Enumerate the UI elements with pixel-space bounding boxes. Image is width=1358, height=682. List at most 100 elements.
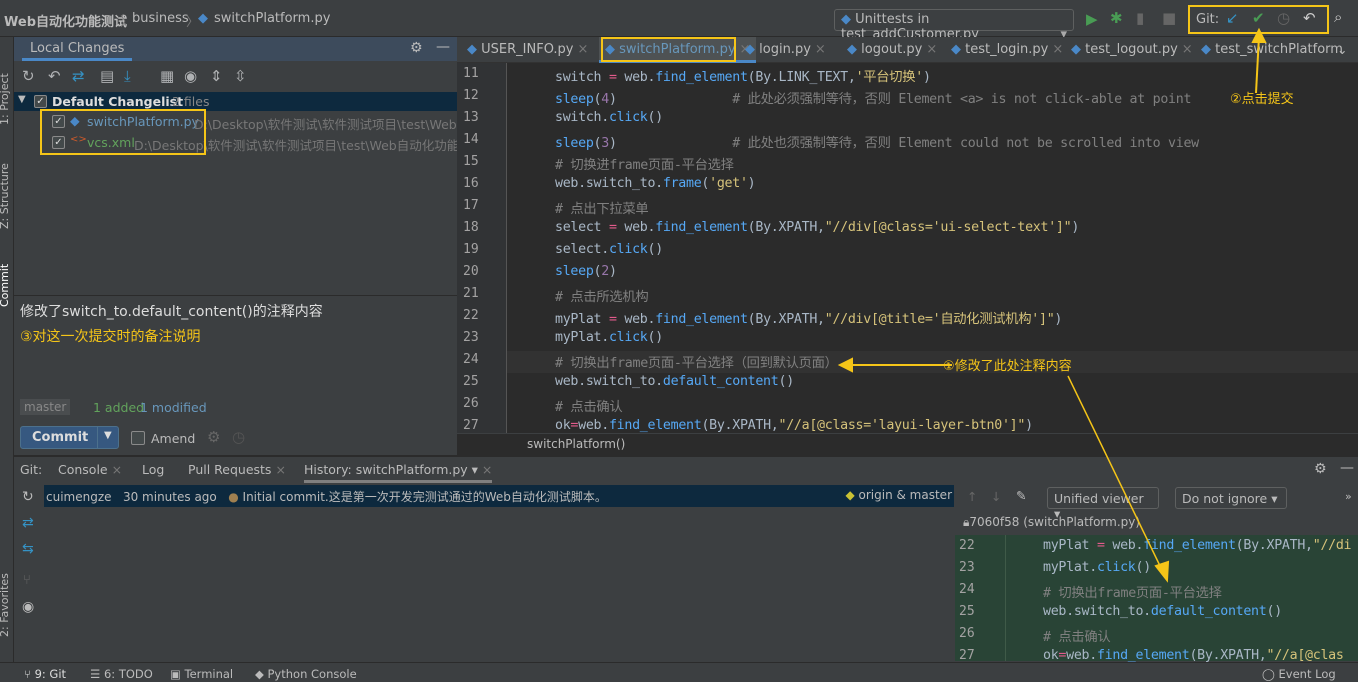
code-token: find_element xyxy=(655,70,748,85)
show-diff-icon[interactable]: ⇄ xyxy=(72,67,85,85)
refresh-icon[interactable]: ↻ xyxy=(22,489,34,505)
refs-text: origin & master xyxy=(858,488,952,502)
branch-icon[interactable]: ⑂ xyxy=(23,573,31,588)
show-diff-icon[interactable]: ⇆ xyxy=(22,541,34,557)
minimize-icon[interactable]: — xyxy=(436,39,450,55)
code-token: # 点出下拉菜单 xyxy=(555,202,649,217)
prev-diff-icon[interactable]: ↑ xyxy=(967,489,977,504)
editor-tab[interactable]: ◆ test_login.py × xyxy=(945,37,1069,63)
git-tool-button[interactable]: ⑂ 9: Git xyxy=(24,667,66,681)
breadcrumb-folder[interactable]: business xyxy=(132,11,189,26)
amend-checkbox[interactable] xyxy=(131,431,145,445)
commit-tool-tab[interactable]: Commit xyxy=(0,264,11,307)
tab-log[interactable]: Log xyxy=(142,462,164,477)
commit-message-input[interactable]: 修改了switch_to.default_content()的注释内容 ③对这一… xyxy=(14,295,457,410)
search-icon[interactable]: ⌕ xyxy=(1334,9,1342,25)
expand-arrow-icon[interactable]: ▼ xyxy=(18,94,26,105)
code-token: "//a[@class='layui-layer-btn0']" xyxy=(778,418,1026,433)
commit-panel: Local Changes ⚙ — ↻ ↶ ⇄ ▤ ⤓ ▦ ◉ ⇕ ⇳ ▼ ✓ … xyxy=(14,37,457,455)
code-token: myPlat xyxy=(555,312,609,327)
gear-icon[interactable]: ⚙ xyxy=(410,40,423,56)
diff-code[interactable]: 22 myPlat = web.find_element(By.XPATH,"//… xyxy=(955,535,1358,663)
refresh-icon[interactable]: ↻ xyxy=(22,67,35,85)
rollback-icon[interactable]: ↶ xyxy=(48,67,61,85)
editor-tab[interactable]: ◆ login.py × xyxy=(739,37,832,63)
code-token: = xyxy=(608,312,617,327)
code-token: default_content xyxy=(1150,604,1267,619)
run-icon[interactable]: ▶ xyxy=(1086,11,1098,27)
shelve-icon[interactable]: ⤓ xyxy=(124,67,131,85)
commit-button[interactable]: Commit ▼ xyxy=(20,426,119,449)
tab-label: test_switchPlatform xyxy=(1215,42,1343,57)
python-file-icon: ◆ xyxy=(467,42,482,57)
code-token: # 点击所选机构 xyxy=(555,290,649,305)
todo-tool-button[interactable]: ☰ 6: TODO xyxy=(90,667,153,681)
python-file-icon: ◆ xyxy=(745,42,760,57)
editor-tab[interactable]: ◆ test_logout.py × xyxy=(1065,37,1199,63)
editor-breadcrumb[interactable]: switchPlatform() xyxy=(457,433,1358,455)
added-count: 1 added xyxy=(93,400,145,415)
log-row[interactable]: cuimengze 30 minutes ago ● Initial commi… xyxy=(44,485,954,507)
close-icon[interactable]: × xyxy=(926,42,937,57)
eye-icon[interactable]: ◉ xyxy=(184,67,197,85)
ignore-select[interactable]: Do not ignore ▾ xyxy=(1175,487,1287,509)
changelist-name: Default Changelist xyxy=(52,94,184,109)
code-token: (By.XPATH, xyxy=(701,418,779,433)
close-icon[interactable]: × xyxy=(815,42,826,57)
close-icon[interactable]: × xyxy=(275,462,285,477)
code-line: # 切换出frame页面-平台选择 xyxy=(1043,582,1222,601)
changelist-icon[interactable]: ▤ xyxy=(100,67,114,85)
commit-dropdown-icon[interactable]: ▼ xyxy=(97,427,118,448)
tab-label: USER_INFO.py xyxy=(481,42,574,57)
code-token: 2 xyxy=(601,264,609,279)
run-config-select[interactable]: ◆ Unittests in test_addCustomer.py ▾ xyxy=(834,9,1074,42)
changelist-checkbox[interactable]: ✓ xyxy=(34,95,47,108)
close-icon[interactable]: × xyxy=(577,42,588,57)
compare-icon[interactable]: ⇄ xyxy=(22,515,34,531)
tabs-overflow-icon[interactable]: ⌄ xyxy=(1337,42,1347,57)
eye-icon[interactable]: ◉ xyxy=(22,599,34,615)
tab-pull-requests[interactable]: Pull Requests × xyxy=(188,462,286,477)
tab-console[interactable]: Console × xyxy=(58,462,122,477)
close-icon[interactable]: × xyxy=(112,462,122,477)
stop-icon[interactable]: ■ xyxy=(1162,10,1176,26)
code-area[interactable]: switch = web.find_element(By.LINK_TEXT,'… xyxy=(457,63,1358,433)
code-token: web. xyxy=(578,418,609,433)
python-console-tool-button[interactable]: ◆ Python Console xyxy=(255,667,357,681)
code-line: switch = web.find_element(By.LINK_TEXT,'… xyxy=(555,66,931,85)
breadcrumb-project[interactable]: Web自动化功能测试 xyxy=(4,11,127,30)
group-by-icon[interactable]: ▦ xyxy=(160,67,174,85)
project-tool-tab[interactable]: 1: Project xyxy=(0,73,11,125)
close-icon[interactable]: × xyxy=(1052,42,1063,57)
history-icon[interactable]: ◷ xyxy=(232,428,245,446)
close-icon[interactable]: × xyxy=(482,462,492,477)
breadcrumb-file[interactable]: switchPlatform.py xyxy=(214,11,330,26)
close-icon[interactable]: × xyxy=(1182,42,1193,57)
code-token: () xyxy=(1135,560,1151,575)
collapse-all-icon[interactable]: ⇳ xyxy=(234,67,247,85)
coverage-icon[interactable]: ▮ xyxy=(1136,10,1144,26)
favorites-tool-tab[interactable]: 2: Favorites xyxy=(0,573,11,637)
structure-tool-tab[interactable]: Z: Structure xyxy=(0,163,11,229)
more-icon[interactable]: » xyxy=(1345,490,1352,503)
panel-header: Local Changes ⚙ — xyxy=(14,37,457,61)
code-line: myPlat = web.find_element(By.XPATH,"//di xyxy=(1043,538,1352,553)
minimize-icon[interactable]: — xyxy=(1340,460,1354,476)
event-log-button[interactable]: ◯ Event Log xyxy=(1262,667,1336,681)
tab-history[interactable]: History: switchPlatform.py ▾ × xyxy=(304,462,493,483)
viewer-select[interactable]: Unified viewer ▾ xyxy=(1047,487,1159,521)
debug-icon[interactable]: ✱ xyxy=(1110,10,1123,26)
terminal-tool-button[interactable]: ▣ Terminal xyxy=(170,667,233,681)
editor-tab[interactable]: ◆ test_switchPlatform xyxy=(1195,37,1349,63)
code-token: # 切换出frame页面-平台选择 xyxy=(1043,586,1222,601)
gear-icon[interactable]: ⚙ xyxy=(1314,461,1327,477)
editor-tab[interactable]: ◆ USER_INFO.py × xyxy=(461,37,594,63)
expand-all-icon[interactable]: ⇕ xyxy=(210,67,223,85)
edit-icon[interactable]: ✎ xyxy=(1016,488,1026,503)
diff-viewer: ↑ ↓ ✎ Unified viewer ▾ Do not ignore ▾ »… xyxy=(955,485,1358,663)
next-diff-icon[interactable]: ↓ xyxy=(991,489,1001,504)
editor-tab[interactable]: ◆ logout.py × xyxy=(841,37,943,63)
chevron-down-icon[interactable]: ▾ xyxy=(472,462,478,477)
gear-icon[interactable]: ⚙ xyxy=(207,428,220,446)
tab-local-changes[interactable]: Local Changes xyxy=(22,37,133,61)
